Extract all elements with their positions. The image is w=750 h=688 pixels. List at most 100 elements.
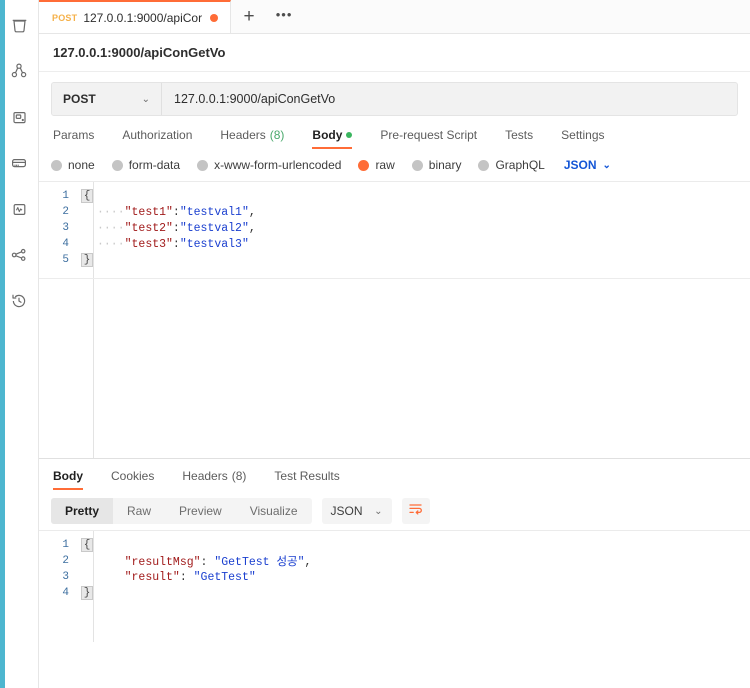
line-number: 2: [62, 206, 69, 218]
tab-tests-label: Tests: [505, 128, 534, 142]
code-fold-spacer: [81, 554, 93, 568]
tab-settings[interactable]: Settings: [547, 128, 618, 149]
environments-icon: [11, 109, 28, 126]
request-title-row: 127.0.0.1:9000/apiConGetVo: [39, 34, 750, 72]
radio-selected-icon: [358, 159, 370, 171]
body-type-none-label: none: [68, 158, 95, 172]
wrap-lines-button[interactable]: [401, 498, 430, 524]
sidebar-item-monitors[interactable]: [2, 192, 36, 226]
body-present-dot: [346, 132, 353, 138]
view-mode-visualize[interactable]: Visualize: [236, 498, 312, 524]
tab-pre-request-script[interactable]: Pre-request Script: [366, 128, 491, 149]
request-tab-name: 127.0.0.1:9000/apiCor: [83, 10, 203, 25]
sidebar-item-history[interactable]: [2, 284, 36, 318]
code-text: ····"test1":"testval1",: [97, 205, 256, 219]
code-fold-spacer: [81, 221, 93, 235]
line-number: 1: [62, 539, 69, 551]
response-tab-body[interactable]: Body: [51, 469, 97, 490]
history-icon: [10, 292, 28, 310]
request-url-input[interactable]: [162, 83, 737, 115]
mock-servers-icon: [10, 154, 28, 172]
body-type-form-data-label: form-data: [128, 158, 181, 172]
response-section-tabs: Body Cookies Headers (8) Test Results: [39, 459, 750, 490]
url-bar-wrap: POST ⌄: [39, 72, 750, 116]
view-mode-pretty[interactable]: Pretty: [51, 498, 114, 524]
flows-icon: [10, 246, 28, 264]
line-number: 2: [62, 555, 69, 567]
body-type-form-data[interactable]: form-data: [111, 158, 181, 172]
sidebar-item-environments[interactable]: [2, 100, 36, 134]
unsaved-indicator-dot: [210, 13, 219, 22]
response-tab-test-results[interactable]: Test Results: [260, 469, 353, 490]
code-line: 1{: [39, 188, 750, 204]
tab-params-label: Params: [53, 128, 95, 142]
radio-icon: [411, 159, 423, 171]
tab-headers[interactable]: Headers (8): [206, 128, 298, 149]
request-tab-strip: POST 127.0.0.1:9000/apiCor + •••: [39, 0, 750, 34]
tab-authorization[interactable]: Authorization: [108, 128, 206, 149]
sidebar-item-apis[interactable]: [2, 54, 36, 88]
chevron-down-icon: ⌄: [374, 505, 383, 517]
code-text: "result": "GetTest": [124, 570, 256, 584]
request-body-editor[interactable]: 1{2 ····"test1":"testval1", 3 ····"test2":"…: [39, 181, 750, 458]
code-fold-marker[interactable]: }: [81, 586, 93, 600]
response-code-lines: 1{2 "resultMsg": "GetTest 성공", 3 "result"…: [39, 531, 750, 601]
monitors-icon: [11, 201, 28, 218]
tab-headers-count: (8): [269, 128, 285, 142]
http-method-value: POST: [63, 92, 96, 106]
view-mode-preview[interactable]: Preview: [165, 498, 236, 524]
tab-body[interactable]: Body: [298, 128, 366, 149]
tab-params[interactable]: Params: [51, 128, 108, 149]
body-type-graphql[interactable]: GraphQL: [478, 158, 545, 172]
response-tab-cookies[interactable]: Cookies: [97, 469, 168, 490]
raw-format-select[interactable]: JSON ⌄: [564, 158, 611, 172]
tab-authorization-label: Authorization: [122, 128, 193, 142]
tab-tests[interactable]: Tests: [491, 128, 547, 149]
sidebar-rail: [0, 0, 39, 688]
code-line: 1{: [39, 537, 750, 553]
collections-icon: [11, 17, 28, 34]
chevron-down-icon: ⌄: [602, 159, 611, 171]
sidebar-item-mock-servers[interactable]: [2, 146, 36, 180]
tab-pre-request-script-label: Pre-request Script: [380, 128, 478, 142]
new-tab-button[interactable]: +: [231, 0, 267, 33]
line-number: 1: [62, 190, 69, 202]
request-tab[interactable]: POST 127.0.0.1:9000/apiCor: [39, 0, 232, 33]
response-tab-body-label: Body: [53, 469, 83, 483]
response-format-select[interactable]: JSON ⌄: [321, 498, 392, 524]
code-line: 4 ····"test3":"testval3": [39, 236, 750, 252]
radio-icon: [51, 159, 62, 171]
chevron-down-icon: ⌄: [141, 93, 150, 105]
tab-settings-label: Settings: [561, 128, 605, 142]
response-tab-headers-label: Headers: [182, 469, 228, 483]
response-tab-headers[interactable]: Headers (8): [168, 469, 260, 490]
body-type-binary[interactable]: binary: [411, 158, 461, 172]
request-tab-method: POST: [52, 12, 78, 23]
view-mode-raw[interactable]: Raw: [113, 498, 165, 524]
editor-gutter-divider: [93, 531, 94, 642]
code-fold-marker[interactable]: {: [81, 538, 93, 552]
code-fold-spacer: [81, 205, 93, 219]
body-type-raw[interactable]: raw: [358, 158, 395, 172]
response-tab-test-results-label: Test Results: [274, 469, 340, 483]
code-line: 3 ····"test2":"testval2",: [39, 220, 750, 236]
body-type-none[interactable]: none: [51, 158, 95, 172]
body-type-urlencoded[interactable]: x-www-form-urlencoded: [197, 158, 341, 172]
sidebar-item-collections[interactable]: [2, 8, 36, 42]
code-fold-spacer: [81, 237, 93, 251]
tab-options-button[interactable]: •••: [267, 0, 301, 33]
body-type-urlencoded-label: x-www-form-urlencoded: [214, 158, 342, 172]
radio-icon: [478, 159, 490, 171]
radio-icon: [111, 159, 123, 171]
code-fold-marker[interactable]: {: [81, 189, 93, 203]
response-view-mode-group: Pretty Raw Preview Visualize: [51, 498, 312, 524]
sidebar-item-flows[interactable]: [2, 238, 36, 272]
line-number: 5: [62, 254, 69, 266]
code-fold-spacer: [81, 570, 93, 584]
response-body-editor[interactable]: 1{2 "resultMsg": "GetTest 성공", 3 "result"…: [39, 530, 750, 642]
request-section-tabs: Params Authorization Headers (8) Body Pr…: [39, 116, 750, 149]
response-view-toolbar: Pretty Raw Preview Visualize JSON ⌄: [39, 490, 750, 530]
window-scrollbar[interactable]: [0, 0, 5, 688]
code-fold-marker[interactable]: }: [81, 253, 93, 267]
http-method-select[interactable]: POST ⌄: [52, 83, 162, 115]
